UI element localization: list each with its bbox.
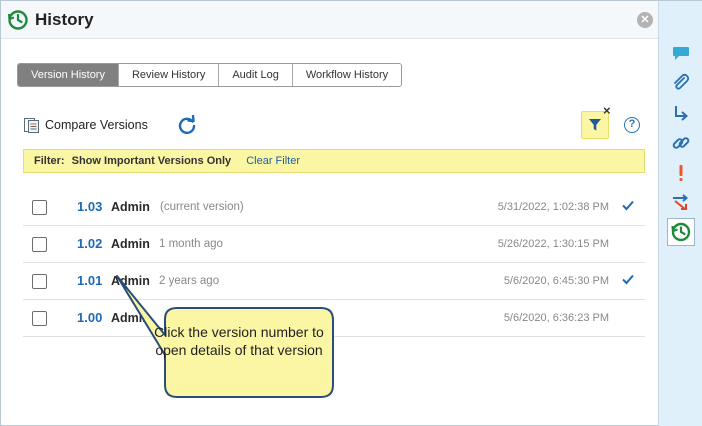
- redirect-arrow-icon: [675, 106, 689, 121]
- rail-attachments[interactable]: [667, 69, 695, 97]
- version-number-link[interactable]: 1.02: [77, 236, 102, 251]
- version-note: (current version): [160, 201, 244, 213]
- refresh-icon[interactable]: [177, 115, 197, 135]
- compare-document-icon: [24, 118, 39, 133]
- history-tabs: Version History Review History Audit Log…: [17, 63, 403, 87]
- rail-important[interactable]: [667, 159, 695, 187]
- version-note: 1 month ago: [159, 238, 223, 250]
- version-number-link[interactable]: 1.01: [77, 273, 102, 288]
- compare-versions-label: Compare Versions: [45, 118, 148, 132]
- tab-workflow-history[interactable]: Workflow History: [292, 64, 402, 86]
- comment-icon: [673, 47, 689, 60]
- tab-review-history[interactable]: Review History: [118, 64, 220, 86]
- tab-version-history[interactable]: Version History: [18, 64, 119, 86]
- version-row: 1.03 Admin (current version) 5/31/2022, …: [23, 189, 645, 226]
- version-checkbox[interactable]: [32, 274, 47, 289]
- history-icon: [671, 222, 691, 242]
- right-tool-rail: [658, 1, 702, 426]
- version-user: Admin: [111, 200, 150, 214]
- filter-bar: Filter: Show Important Versions Only Cle…: [23, 149, 645, 173]
- version-date: 5/26/2022, 1:30:15 PM: [497, 238, 609, 250]
- callout-text: Click the version number to open details…: [154, 324, 324, 358]
- rail-links[interactable]: [667, 129, 695, 157]
- route-icon: [673, 194, 689, 210]
- version-date: 5/6/2020, 6:36:23 PM: [503, 312, 609, 324]
- version-number-link[interactable]: 1.00: [77, 310, 102, 325]
- close-button[interactable]: ✕: [637, 12, 653, 28]
- history-icon: [7, 10, 28, 30]
- version-row: 1.02 Admin 1 month ago 5/26/2022, 1:30:1…: [23, 226, 645, 263]
- important-check-icon: [622, 274, 634, 285]
- panel-header: History ✕: [1, 1, 658, 39]
- rail-history[interactable]: [667, 218, 695, 246]
- filter-icon: [589, 119, 601, 131]
- version-checkbox[interactable]: [32, 200, 47, 215]
- history-panel: History ✕ Version History Review History…: [0, 0, 702, 426]
- version-date: 5/6/2020, 6:45:30 PM: [503, 275, 609, 287]
- remove-filter-button[interactable]: ×: [603, 103, 611, 118]
- panel-title: History: [35, 10, 94, 29]
- filter-label: Filter:: [34, 155, 65, 167]
- version-checkbox[interactable]: [32, 311, 47, 326]
- help-button[interactable]: ?: [624, 117, 640, 133]
- version-number-link[interactable]: 1.03: [77, 199, 102, 214]
- important-icon: [679, 165, 683, 181]
- version-date: 5/31/2022, 1:02:38 PM: [497, 201, 609, 213]
- clear-filter-link[interactable]: Clear Filter: [246, 155, 300, 167]
- filter-value: Show Important Versions Only: [71, 155, 232, 167]
- important-check-icon: [622, 200, 634, 211]
- link-icon: [672, 137, 690, 149]
- compare-versions-button[interactable]: Compare Versions: [23, 116, 148, 134]
- rail-routing[interactable]: [667, 188, 695, 216]
- rail-redirect[interactable]: [667, 99, 695, 127]
- tab-audit-log[interactable]: Audit Log: [219, 64, 293, 86]
- version-user: Admin: [111, 237, 150, 251]
- version-checkbox[interactable]: [32, 237, 47, 252]
- rail-comments[interactable]: [667, 39, 695, 67]
- attachment-icon: [674, 73, 690, 90]
